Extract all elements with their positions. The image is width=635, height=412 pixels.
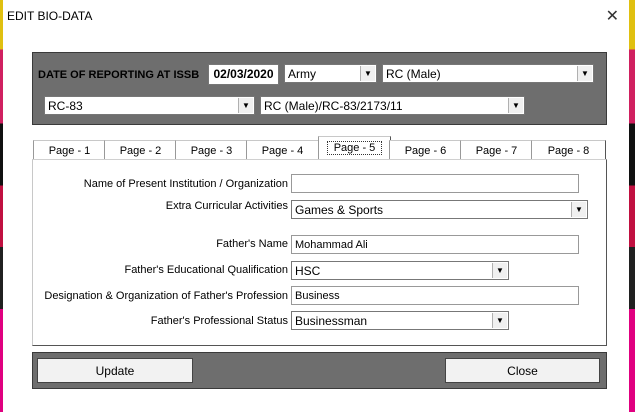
tab-page-7[interactable]: Page - 7: [460, 140, 533, 161]
tab-page-1[interactable]: Page - 1: [33, 140, 106, 161]
father-status-value: Businessman: [295, 314, 368, 328]
update-button[interactable]: Update: [37, 358, 193, 383]
father-name-input[interactable]: Mohammad Ali: [291, 235, 579, 254]
service-select[interactable]: Army ▼: [284, 64, 377, 83]
father-profession-input[interactable]: Business: [291, 286, 579, 305]
tab-page-8[interactable]: Page - 8: [531, 140, 606, 161]
desktop-background-right: [629, 0, 635, 412]
father-education-value: HSC: [295, 264, 321, 278]
window-title: EDIT BIO-DATA: [7, 9, 93, 23]
father-education-select[interactable]: HSC ▼: [291, 261, 509, 280]
date-of-reporting-label: DATE OF REPORTING AT ISSB: [38, 69, 200, 81]
chevron-down-icon[interactable]: ▼: [492, 263, 507, 278]
reference-select[interactable]: RC (Male)/RC-83/2173/11 ▼: [260, 96, 525, 115]
institution-input[interactable]: [291, 174, 579, 193]
father-status-label: Father's Professional Status: [150, 315, 288, 327]
chevron-down-icon[interactable]: ▼: [360, 66, 375, 81]
extra-curricular-select[interactable]: Games & Sports ▼: [291, 200, 588, 219]
close-window-icon[interactable]: ✕: [606, 6, 619, 26]
chevron-down-icon[interactable]: ▼: [577, 66, 592, 81]
board-value: RC-83: [48, 99, 83, 113]
chevron-down-icon[interactable]: ▼: [238, 98, 253, 113]
chevron-down-icon[interactable]: ▼: [492, 313, 507, 328]
close-button[interactable]: Close: [445, 358, 600, 383]
edit-biodata-window: EDIT BIO-DATA ✕ DATE OF REPORTING AT ISS…: [3, 0, 629, 412]
title-bar: EDIT BIO-DATA ✕: [3, 0, 629, 30]
tab-page-3[interactable]: Page - 3: [175, 140, 248, 161]
father-status-select[interactable]: Businessman ▼: [291, 311, 509, 330]
chevron-down-icon[interactable]: ▼: [571, 202, 586, 217]
reporting-date-field[interactable]: 02/03/2020: [208, 64, 279, 85]
category-select[interactable]: RC (Male) ▼: [382, 64, 594, 83]
father-education-label: Father's Educational Qualification: [124, 264, 288, 276]
reporting-header-panel: DATE OF REPORTING AT ISSB 02/03/2020 Arm…: [32, 52, 607, 125]
tab-page-6[interactable]: Page - 6: [389, 140, 462, 161]
father-name-label: Father's Name: [216, 238, 288, 250]
tab-page-5-label: Page - 5: [326, 141, 383, 155]
category-value: RC (Male): [386, 67, 441, 81]
tab-page-4[interactable]: Page - 4: [246, 140, 319, 161]
father-profession-label: Designation & Organization of Father's P…: [44, 290, 288, 302]
extra-curricular-value: Games & Sports: [295, 203, 384, 217]
reference-value: RC (Male)/RC-83/2173/11: [264, 99, 403, 113]
page-tabs: Page - 1 Page - 2 Page - 3 Page - 4 Page…: [33, 136, 606, 161]
institution-label: Name of Present Institution / Organizati…: [83, 178, 288, 190]
service-value: Army: [288, 67, 316, 81]
extra-curricular-label: Extra Curricular Activities: [165, 200, 288, 212]
page-5-form: Name of Present Institution / Organizati…: [32, 159, 607, 346]
tab-page-2[interactable]: Page - 2: [104, 140, 177, 161]
action-bar: Update Close: [32, 352, 607, 389]
board-select[interactable]: RC-83 ▼: [44, 96, 255, 115]
tab-page-5[interactable]: Page - 5: [318, 136, 391, 161]
chevron-down-icon[interactable]: ▼: [508, 98, 523, 113]
